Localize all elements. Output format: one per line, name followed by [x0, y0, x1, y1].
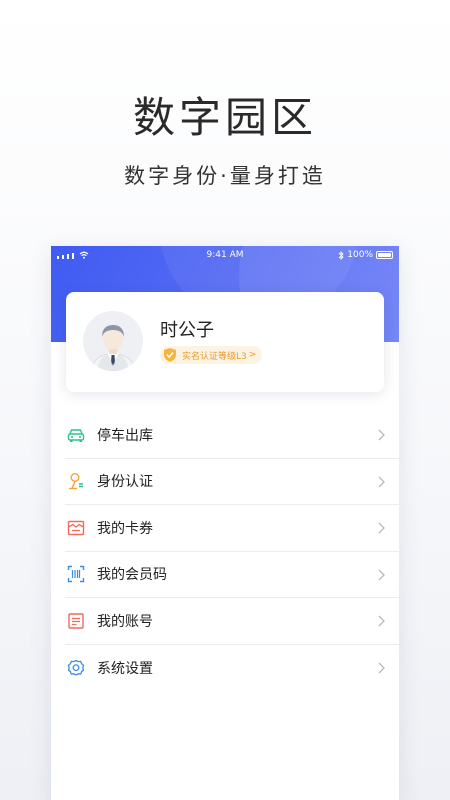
user-name: 时公子: [160, 320, 214, 341]
menu-item-label: 我的账号: [97, 613, 153, 630]
chevron-right-icon: [378, 569, 385, 580]
car-icon: [66, 425, 86, 445]
member-code-icon: [66, 564, 86, 584]
menu-item-coupons[interactable]: 我的卡券: [65, 505, 399, 552]
menu-item-settings[interactable]: 系统设置: [65, 645, 399, 692]
account-icon: [66, 611, 86, 631]
menu-item-label: 我的卡券: [97, 520, 153, 537]
chevron-right-icon: [378, 615, 385, 627]
menu-item-account[interactable]: 我的账号: [65, 598, 399, 645]
verification-badge[interactable]: 实名认证等级L3 >: [160, 346, 263, 364]
menu-item-label: 我的会员码: [97, 567, 167, 584]
chevron-right-icon: >: [248, 350, 257, 360]
status-bar: 9:41 AM 100%: [51, 246, 399, 266]
identity-icon: [66, 471, 86, 491]
shield-check-icon: [164, 348, 176, 362]
battery-percent: 100%: [347, 250, 373, 260]
menu-item-label: 系统设置: [97, 660, 153, 677]
hero-title: 数字园区: [132, 93, 317, 142]
phone-mockup: 9:41 AM 100% 时公子 实名认证等级L3 > 停车出库 身份认证 我的…: [51, 246, 399, 800]
chevron-right-icon: [378, 429, 385, 441]
chevron-right-icon: [378, 522, 385, 534]
verification-level-label: 实名认证等级L3: [182, 351, 247, 362]
menu-list: 停车出库 身份认证 我的卡券 我的会员码 我的账号 系统设置: [65, 412, 399, 691]
profile-card[interactable]: 时公子 实名认证等级L3 >: [66, 292, 384, 392]
hero-subtitle: 数字身份·量身打造: [124, 164, 326, 188]
battery-icon: [376, 251, 393, 259]
menu-item-label: 停车出库: [97, 427, 153, 444]
gear-icon: [66, 658, 86, 678]
menu-item-identity[interactable]: 身份认证: [65, 459, 399, 505]
chevron-right-icon: [378, 662, 385, 673]
avatar[interactable]: [83, 311, 143, 371]
menu-item-member-code[interactable]: 我的会员码: [65, 552, 399, 598]
menu-item-label: 身份认证: [97, 474, 153, 491]
menu-item-parking[interactable]: 停车出库: [65, 412, 399, 459]
coupon-icon: [66, 518, 86, 538]
bluetooth-icon: [338, 250, 344, 260]
chevron-right-icon: [378, 476, 385, 487]
